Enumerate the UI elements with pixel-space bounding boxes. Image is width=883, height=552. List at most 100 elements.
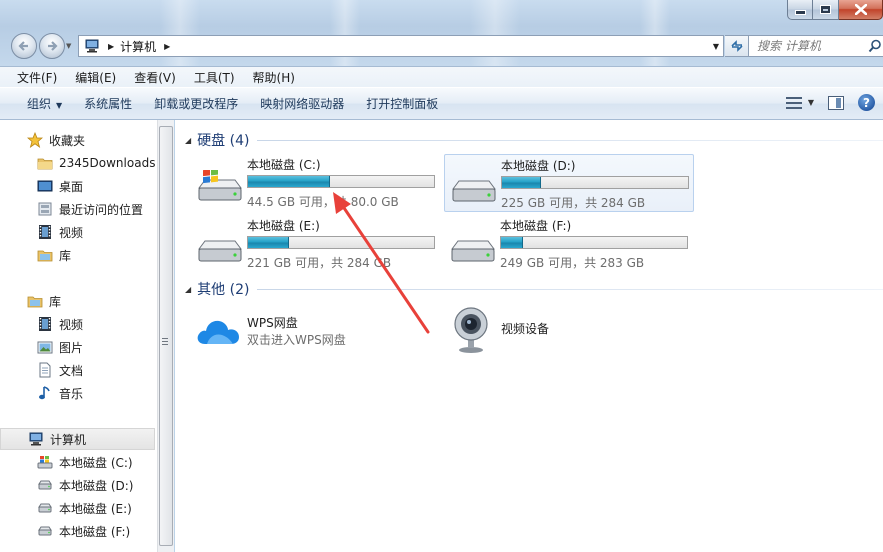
hard-drive-icon	[451, 240, 495, 262]
minimize-button[interactable]	[787, 0, 813, 20]
drive-usage-bar	[247, 175, 435, 188]
menu-help[interactable]: 帮助(H)	[244, 69, 304, 86]
collapse-triangle-icon[interactable]: ◢	[185, 136, 191, 145]
library-icon	[37, 247, 53, 263]
drive-c[interactable]: 本地磁盘 (C:) 44.5 GB 可用，共 80.0 GB	[191, 154, 441, 212]
film-icon	[37, 316, 53, 332]
address-history-dropdown[interactable]: ▼	[713, 42, 719, 51]
group-header-disks[interactable]: ◢ 硬盘 (4)	[185, 130, 883, 150]
minimize-icon	[794, 10, 806, 15]
nav-item-label: 文档	[59, 363, 84, 378]
drive-f[interactable]: 本地磁盘 (F:) 249 GB 可用，共 283 GB	[444, 215, 694, 273]
uninstall-program-button[interactable]: 卸载或更改程序	[143, 95, 249, 112]
menu-view[interactable]: 查看(V)	[125, 69, 185, 86]
menu-file[interactable]: 文件(F)	[8, 69, 66, 86]
cloud-icon	[197, 320, 239, 344]
drive-name: 本地磁盘 (E:)	[247, 219, 320, 233]
organize-label: 组织	[27, 97, 52, 111]
recent-pages-dropdown[interactable]: ▼	[66, 42, 71, 50]
recent-places-icon	[37, 201, 53, 217]
organize-button[interactable]: 组织 ▼	[16, 95, 73, 112]
nav-libraries[interactable]: 库	[27, 290, 61, 312]
breadcrumb-computer[interactable]: 计算机	[120, 38, 156, 55]
nav-item-pictures[interactable]: 图片	[37, 336, 83, 358]
nav-item-library-fav[interactable]: 库	[37, 244, 71, 266]
refresh-icon	[730, 40, 743, 52]
document-icon	[37, 362, 53, 378]
search-box[interactable]	[748, 35, 883, 57]
breadcrumb-separator[interactable]: ▶	[164, 42, 170, 51]
close-button[interactable]	[839, 0, 883, 20]
nav-item-label: 2345Downloads	[59, 156, 156, 170]
nav-item-documents[interactable]: 文档	[37, 359, 83, 381]
drive-free-space: 249 GB 可用，共 283 GB	[500, 256, 645, 270]
navigation-scrollbar[interactable]	[157, 120, 174, 552]
address-bar[interactable]: ▶ 计算机 ▶ ▼	[78, 35, 724, 57]
nav-item-2345downloads[interactable]: 2345Downloads	[37, 152, 155, 174]
nav-computer[interactable]: 计算机	[0, 428, 155, 450]
search-icon[interactable]	[868, 39, 882, 53]
arrow-right-icon	[48, 41, 58, 51]
help-icon[interactable]: ?	[858, 94, 875, 111]
webcam-icon	[454, 307, 488, 353]
search-input[interactable]	[757, 39, 867, 53]
change-view-icon[interactable]	[785, 96, 802, 110]
group-header-other[interactable]: ◢ 其他 (2)	[185, 279, 883, 299]
nav-favorites[interactable]: 收藏夹	[26, 129, 85, 151]
breadcrumb-separator[interactable]: ▶	[108, 42, 114, 51]
menu-edit[interactable]: 编辑(E)	[66, 69, 125, 86]
nav-item-drive-c[interactable]: 本地磁盘 (C:)	[37, 451, 133, 473]
nav-item-label: 本地磁盘 (C:)	[59, 455, 133, 470]
view-options-dropdown[interactable]: ▼	[808, 98, 814, 107]
map-network-drive-button[interactable]: 映射网络驱动器	[249, 95, 355, 112]
back-button[interactable]	[11, 33, 37, 59]
collapse-triangle-icon[interactable]: ◢	[185, 285, 191, 294]
video-device[interactable]: 视频设备	[447, 306, 627, 356]
navigation-pane: 收藏夹 2345Downloads 桌面 最近访问的位置 视频 库 库 视频 图…	[0, 120, 157, 552]
open-control-panel-button[interactable]: 打开控制面板	[355, 95, 449, 112]
hard-drive-icon	[37, 523, 53, 539]
picture-icon	[37, 339, 53, 355]
item-name: WPS网盘	[247, 316, 298, 330]
content-pane: ◢ 硬盘 (4) 本地磁盘 (C:) 44.5 GB 可用，共 80.0 GB …	[175, 120, 883, 552]
command-bar: 组织 ▼ 系统属性 卸载或更改程序 映射网络驱动器 打开控制面板 ▼ ?	[0, 87, 883, 120]
nav-item-desktop[interactable]: 桌面	[37, 175, 83, 197]
drive-usage-bar	[500, 236, 688, 249]
scrollbar-grip	[162, 338, 168, 347]
wps-cloud-drive[interactable]: WPS网盘 双击进入WPS网盘	[193, 310, 423, 360]
item-description: 双击进入WPS网盘	[247, 333, 346, 347]
nav-item-music[interactable]: 音乐	[37, 382, 83, 404]
drive-free-space: 44.5 GB 可用，共 80.0 GB	[247, 195, 399, 209]
nav-item-recent-places[interactable]: 最近访问的位置	[37, 198, 143, 220]
nav-item-videos-fav[interactable]: 视频	[37, 221, 83, 243]
preview-pane-icon[interactable]	[828, 95, 844, 110]
nav-item-drive-d[interactable]: 本地磁盘 (D:)	[37, 474, 133, 496]
refresh-button[interactable]	[725, 35, 749, 57]
nav-item-label: 本地磁盘 (E:)	[59, 501, 132, 516]
windows-drive-icon	[37, 454, 53, 470]
maximize-button[interactable]	[813, 0, 839, 20]
drive-name: 本地磁盘 (F:)	[500, 219, 572, 233]
system-properties-button[interactable]: 系统属性	[73, 95, 143, 112]
drive-usage-bar	[247, 236, 435, 249]
nav-item-label: 视频	[59, 317, 84, 332]
forward-button[interactable]	[39, 33, 65, 59]
drive-d[interactable]: 本地磁盘 (D:) 225 GB 可用，共 284 GB	[444, 154, 694, 212]
nav-item-drive-e[interactable]: 本地磁盘 (E:)	[37, 497, 132, 519]
film-icon	[37, 224, 53, 240]
folder-icon	[37, 155, 53, 171]
chevron-down-icon: ▼	[56, 101, 63, 110]
arrow-left-icon	[18, 41, 28, 51]
drive-free-space: 225 GB 可用，共 284 GB	[501, 196, 646, 210]
drive-e[interactable]: 本地磁盘 (E:) 221 GB 可用，共 284 GB	[191, 215, 441, 273]
nav-item-videos[interactable]: 视频	[37, 313, 83, 335]
scrollbar-thumb[interactable]	[159, 126, 173, 546]
hard-drive-icon	[452, 180, 496, 202]
group-divider	[257, 288, 883, 290]
hard-drive-icon	[37, 500, 53, 516]
window-controls	[787, 0, 883, 20]
nav-item-drive-f[interactable]: 本地磁盘 (F:)	[37, 520, 130, 542]
menu-tools[interactable]: 工具(T)	[185, 69, 244, 86]
hard-drive-icon	[37, 477, 53, 493]
group-title-disks: 硬盘 (4)	[197, 133, 250, 149]
